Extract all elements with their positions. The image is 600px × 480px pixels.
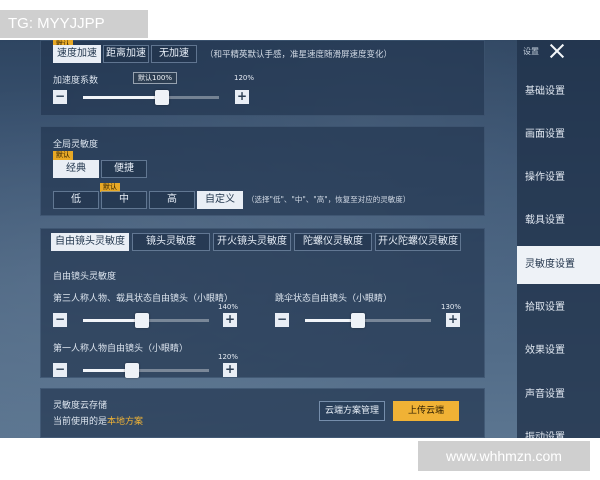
sidebar-item-controls[interactable]: 操作设置 [517,159,600,197]
first-person-plus-button[interactable]: + [223,363,237,377]
level-low-option[interactable]: 低 [53,191,99,209]
watermark-bottom-right: www.whhmzn.com [418,441,590,471]
third-person-plus-button[interactable]: + [223,313,237,327]
third-person-free-cam-label: 第三人称人物、载具状态自由镜头（小眼睛） [53,294,234,304]
style-convenient-option[interactable]: 便捷 [101,160,147,178]
speed-mode-panel: 默认 速度加速 距离加速 无加速 （和平精英默认手感，准星速度随滑屏速度变化） … [40,40,485,116]
sidebar-header: 设置 [517,40,600,62]
tab-fire-camera[interactable]: 开火镜头灵敏度 [213,233,291,251]
parachute-slider-track[interactable] [305,313,431,328]
global-sensitivity-panel: 全局灵敏度 默认 经典 便捷 默认 低 中 高 自定义 （选择"低"、"中"、"… [40,126,485,216]
cloud-current-scheme: 当前使用的是本地方案 [53,414,143,427]
third-person-minus-button[interactable]: − [53,313,67,327]
first-person-slider-track[interactable] [83,363,209,378]
sidebar-header-label: 设置 [523,47,539,56]
first-person-max-label: 120% [218,353,239,361]
tab-fire-gyroscope[interactable]: 开火陀螺仪灵敏度 [375,233,461,251]
accel-max-label: 120% [234,74,255,82]
parachute-slider-thumb[interactable] [350,313,365,328]
speed-accel-option[interactable]: 速度加速 [53,45,101,63]
free-camera-section-label: 自由镜头灵敏度 [53,272,117,282]
cloud-storage-panel: 灵敏度云存储 当前使用的是本地方案 云端方案管理 上传云端 [40,388,485,438]
cloud-current-value: 本地方案 [107,417,144,427]
third-person-slider-thumb[interactable] [135,313,150,328]
sidebar-item-sound[interactable]: 声音设置 [517,376,600,414]
tab-gyroscope[interactable]: 陀螺仪灵敏度 [294,233,372,251]
first-person-minus-button[interactable]: − [53,363,67,377]
global-sensitivity-title: 全局灵敏度 [53,140,99,150]
level-mid-option[interactable]: 中 [101,191,147,209]
parachute-max-label: 130% [441,303,462,311]
no-accel-option[interactable]: 无加速 [151,45,197,63]
sidebar-item-effects[interactable]: 效果设置 [517,332,600,370]
distance-accel-option[interactable]: 距离加速 [103,45,149,63]
accel-slider-thumb[interactable] [154,90,169,105]
speed-mode-note: （和平精英默认手感，准星速度随滑屏速度变化） [205,50,393,60]
third-person-slider-fill [83,319,143,322]
close-icon[interactable] [547,42,567,60]
level-custom-option[interactable]: 自定义 [197,191,243,209]
parachute-free-cam-label: 跳伞状态自由镜头（小眼睛） [275,294,393,304]
accel-minus-button[interactable]: − [53,90,67,104]
accel-plus-button[interactable]: + [235,90,249,104]
settings-sidebar: 设置 基础设置 画面设置 操作设置 载具设置 灵敏度设置 拾取设置 效果设置 声… [517,40,600,438]
sidebar-item-basic[interactable]: 基础设置 [517,73,600,111]
parachute-minus-button[interactable]: − [275,313,289,327]
cloud-storage-title: 灵敏度云存储 [53,401,108,411]
cloud-manage-button[interactable]: 云端方案管理 [319,401,385,421]
tab-camera[interactable]: 镜头灵敏度 [132,233,210,251]
tab-free-camera[interactable]: 自由镜头灵敏度 [51,233,129,251]
sidebar-item-sensitivity[interactable]: 灵敏度设置 [517,246,600,284]
cloud-upload-button[interactable]: 上传云端 [393,401,459,421]
accel-slider-track[interactable] [83,90,219,105]
accel-coef-label: 加速度系数 [53,76,99,86]
watermark-top-left: TG: MYYJJPP [0,10,148,38]
sensitivity-detail-panel: 自由镜头灵敏度 镜头灵敏度 开火镜头灵敏度 陀螺仪灵敏度 开火陀螺仪灵敏度 自由… [40,228,485,378]
style-default-tag: 默认 [53,151,73,160]
third-person-max-label: 140% [218,303,239,311]
sidebar-item-graphics[interactable]: 画面设置 [517,116,600,154]
level-high-option[interactable]: 高 [149,191,195,209]
first-person-slider-thumb[interactable] [125,363,140,378]
third-person-slider-track[interactable] [83,313,209,328]
accel-default-tooltip: 默认100% [133,72,178,84]
style-classic-option[interactable]: 经典 [53,160,99,178]
sidebar-item-pickup[interactable]: 拾取设置 [517,289,600,327]
parachute-slider-fill [305,319,358,322]
cloud-current-prefix: 当前使用的是 [53,417,108,427]
sidebar-item-vibration[interactable]: 振动设置 [517,419,600,438]
parachute-plus-button[interactable]: + [446,313,460,327]
accel-slider-fill [83,96,162,99]
level-note: （选择"低"、"中"、"高"，恢复至对应的灵敏度） [247,195,411,204]
first-person-free-cam-label: 第一人称人物自由镜头（小眼睛） [53,344,189,354]
settings-screen: 默认 速度加速 距离加速 无加速 （和平精英默认手感，准星速度随滑屏速度变化） … [0,40,600,438]
sidebar-item-vehicle[interactable]: 载具设置 [517,202,600,240]
